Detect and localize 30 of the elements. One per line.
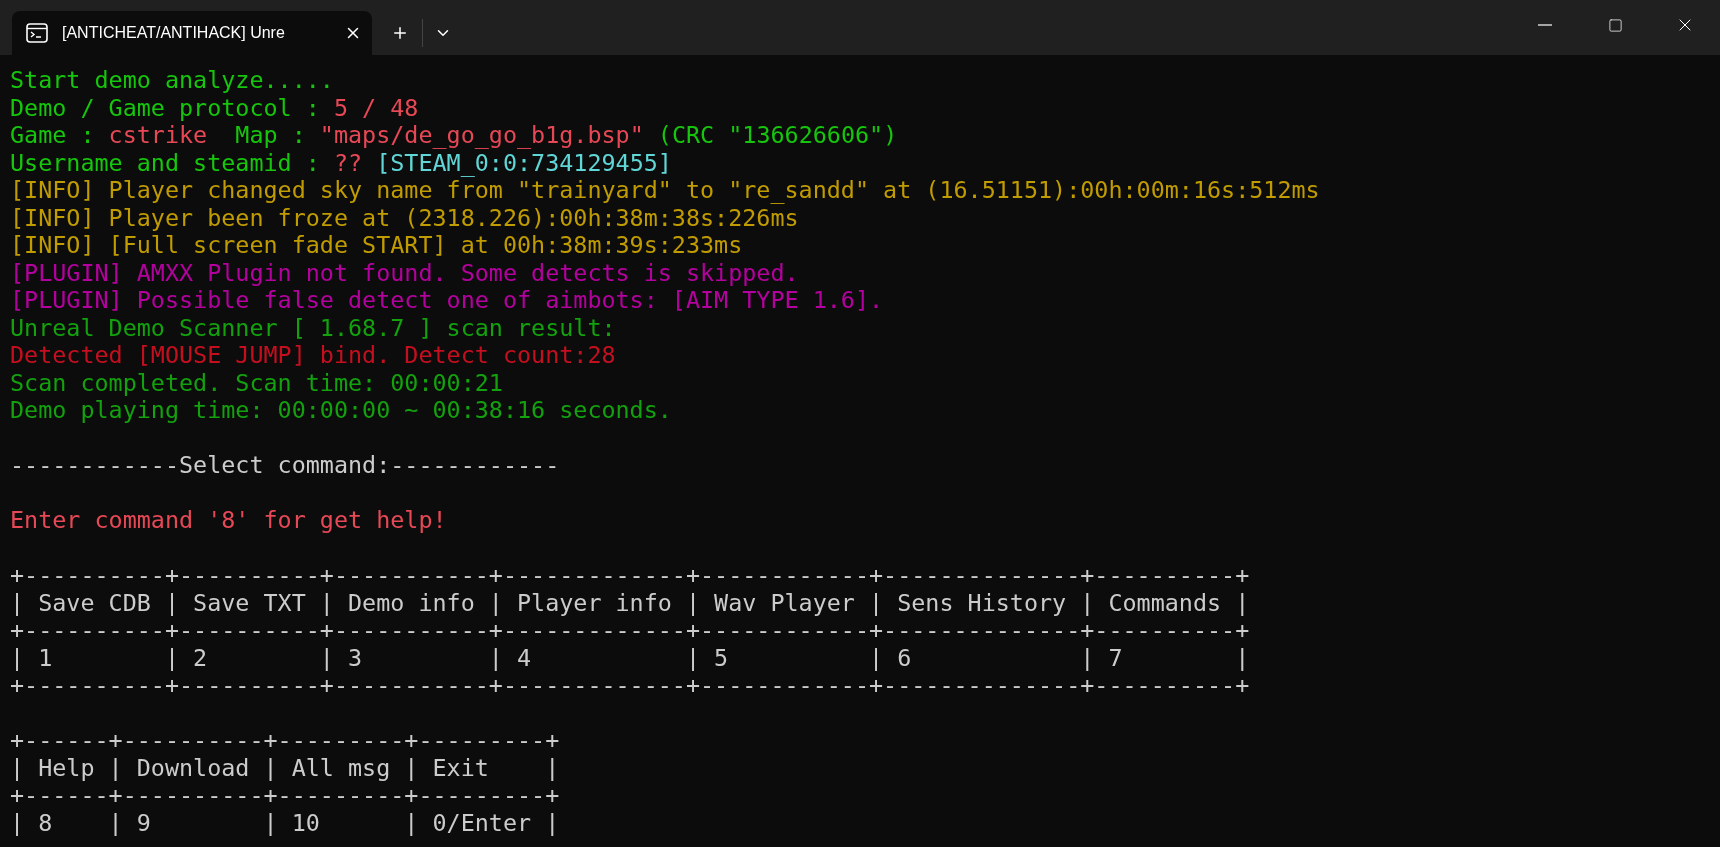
terminal-line: [INFO] Player changed sky name from "trainyard" to "re_sandd" at (16.51151):00h:00m:16s:512ms	[10, 177, 1320, 205]
tab-title: [ANTICHEAT/ANTIHACK] Unre	[62, 23, 286, 43]
terminal-line: [PLUGIN] Possible false detect one of aimbots: [AIM TYPE 1.6].	[10, 287, 884, 315]
terminal-line: Unreal Demo Scanner [ 1.68.7 ] scan result:	[10, 314, 616, 342]
terminal-line: Scan completed. Scan time: 00:00:21	[10, 369, 503, 397]
terminal-line: +------+----------+---------+---------+	[10, 782, 560, 810]
terminal-line: Enter command '8' for get help!	[10, 507, 447, 535]
terminal-line: +----------+----------+-----------+-------------+------------+--------------+----------+	[10, 562, 1250, 590]
terminal-line: Detected [MOUSE JUMP] bind. Detect count:28	[10, 342, 616, 370]
terminal-line: | Save CDB | Save TXT | Demo info | Player info | Wav Player | Sens History | Commands |	[10, 589, 1250, 617]
terminal-line: Username and steamid : ?? [STEAM_0:0:734129455]	[10, 149, 672, 177]
terminal-line: Start demo analyze.....	[10, 67, 334, 95]
terminal-line: Demo playing time: 00:00:00 ~ 00:38:16 seconds.	[10, 397, 672, 425]
maximize-icon	[1607, 17, 1623, 33]
terminal-line: Demo / Game protocol : 5 / 48	[10, 94, 419, 122]
terminal-line: | 1 | 2 | 3 | 4 | 5 | 6 | 7 |	[10, 644, 1250, 672]
minimize-icon	[1538, 24, 1552, 26]
terminal-line: +----------+----------+-----------+-------------+------------+--------------+----------+	[10, 672, 1250, 700]
terminal-line: [INFO] Player been froze at (2318.226):00h:38m:38s:226ms	[10, 204, 799, 232]
tab[interactable]: [ANTICHEAT/ANTIHACK] Unre	[12, 11, 372, 55]
plus-icon	[391, 24, 409, 42]
terminal-icon	[26, 23, 48, 43]
terminal-line: [INFO] [Full screen fade START] at 00h:38m:39s:233ms	[10, 232, 743, 260]
terminal-line: ------------Select command:------------	[10, 452, 560, 480]
terminal-line: | 8 | 9 | 10 | 0/Enter |	[10, 809, 560, 837]
terminal-line: | Help | Download | All msg | Exit |	[10, 754, 560, 782]
terminal-line: [PLUGIN] AMXX Plugin not found. Some detects is skipped.	[10, 259, 799, 287]
terminal-line: +------+----------+---------+---------+	[10, 727, 560, 755]
terminal-line: Game : cstrike Map : "maps/de_go_go_b1g.bsp" (CRC "136626606")	[10, 122, 898, 150]
terminal-line: +----------+----------+-----------+-------------+------------+--------------+----------+	[10, 617, 1250, 645]
